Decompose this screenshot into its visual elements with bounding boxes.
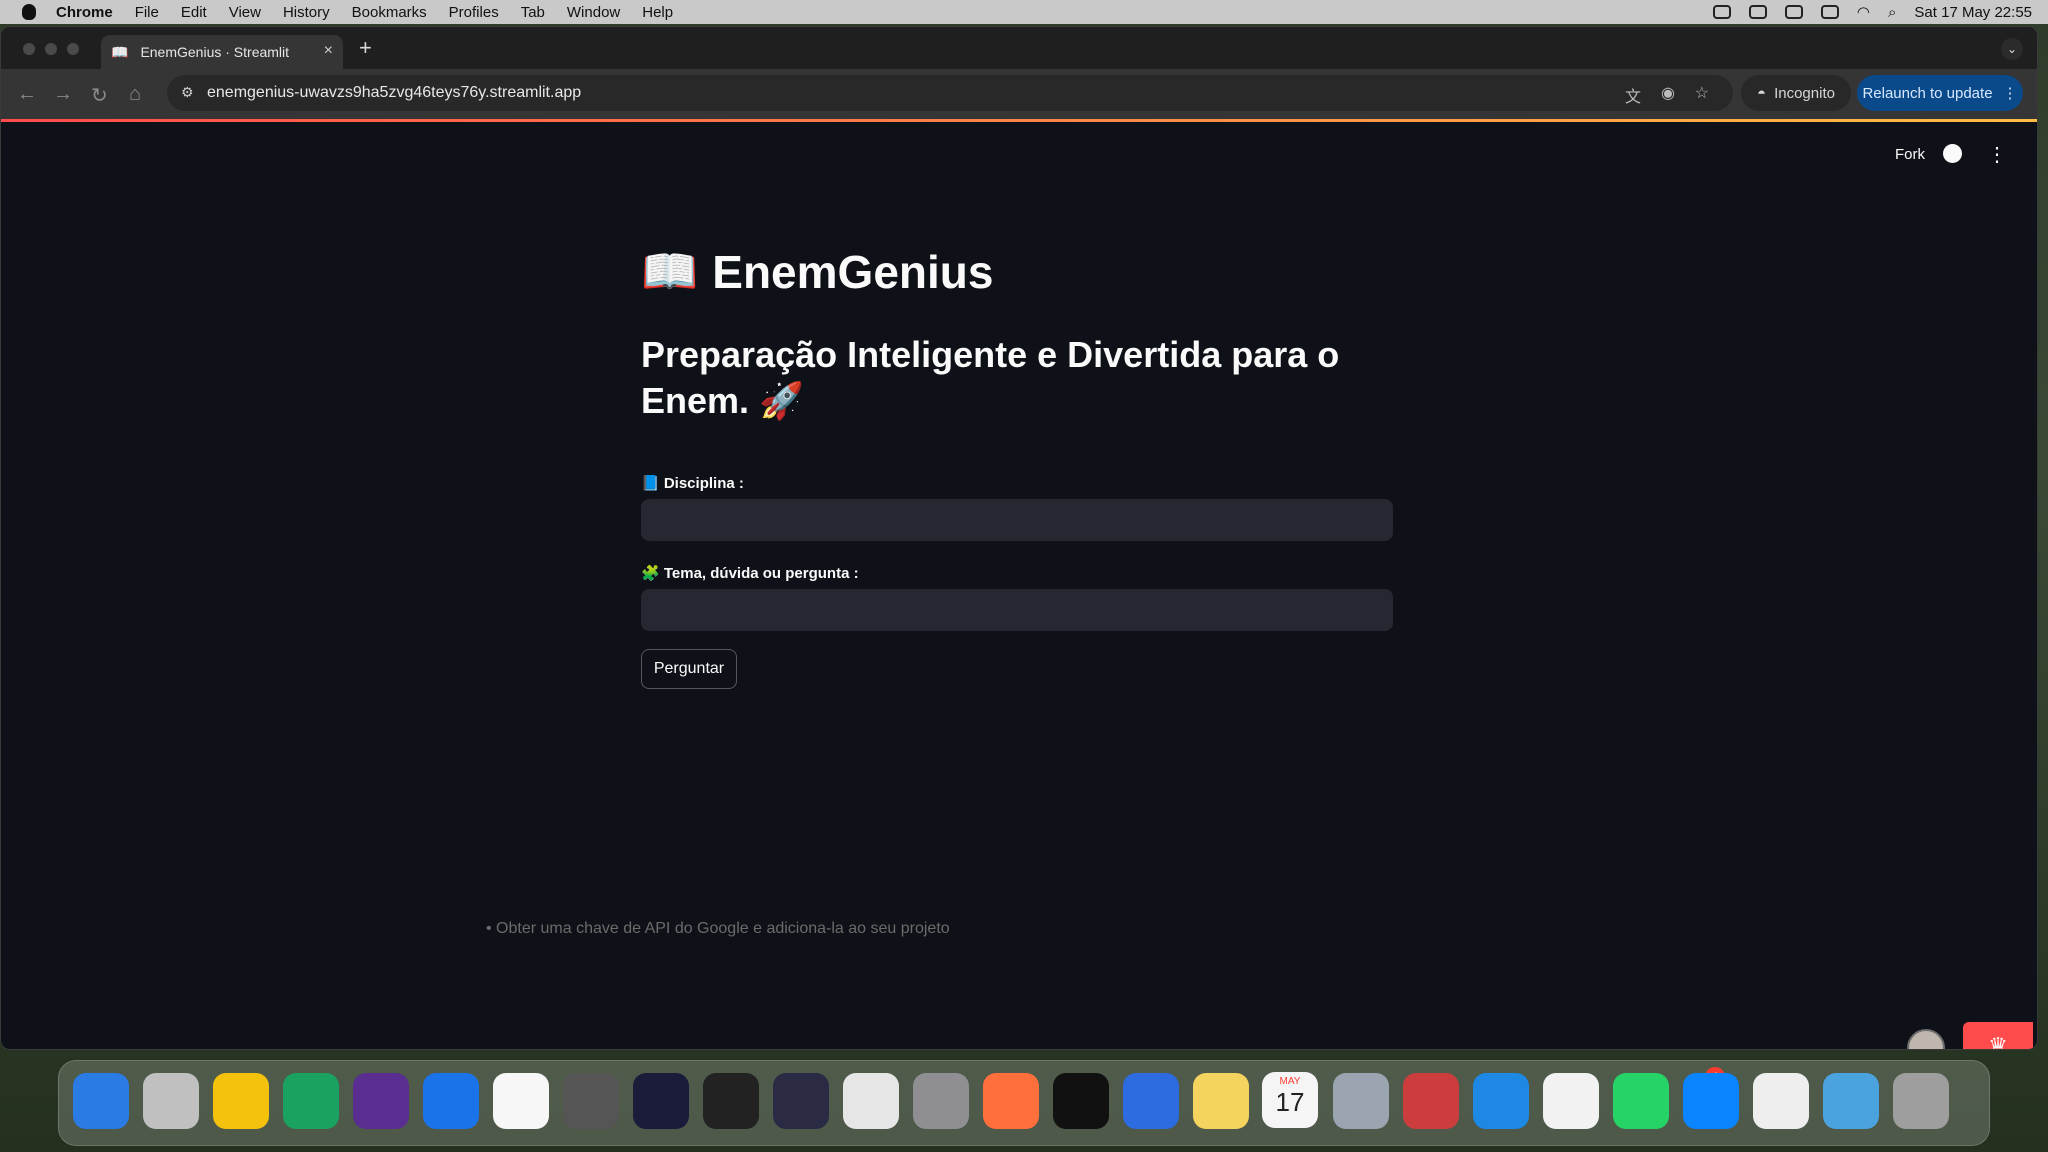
intellij-app-icon[interactable] — [633, 1073, 689, 1129]
apple-icon[interactable] — [22, 4, 36, 20]
status-area: ◠ ⌕ Sat 17 May 22:55 — [1712, 0, 2032, 24]
vscode-app-icon[interactable] — [1473, 1073, 1529, 1129]
incognito-label: Incognito — [1774, 84, 1835, 102]
tab-enemgenius[interactable]: 📖 EnemGenius · Streamlit × — [101, 35, 343, 69]
url-text[interactable]: enemgenius-uwavzs9ha5zvg46teys76y.stream… — [207, 84, 581, 102]
remote-desktop-app-icon[interactable] — [423, 1073, 479, 1129]
glasses-app-icon[interactable] — [703, 1073, 759, 1129]
tema-label: 🧩 Tema, dúvida ou pergunta : — [641, 565, 859, 582]
incognito-indicator[interactable]: ◓ Incognito — [1741, 75, 1851, 111]
enemgenius-app-icon[interactable] — [1753, 1073, 1809, 1129]
github-icon[interactable] — [1943, 144, 1962, 163]
close-tab-icon[interactable]: × — [324, 42, 333, 60]
menu-bookmarks[interactable]: Bookmarks — [352, 4, 427, 21]
disciplina-input[interactable] — [641, 499, 1393, 541]
status-icon[interactable] — [1748, 5, 1767, 19]
menu-app-name[interactable]: Chrome — [56, 4, 113, 21]
tab-search-button[interactable]: ⌄ — [2001, 38, 2023, 60]
postman-app-icon[interactable] — [843, 1073, 899, 1129]
home-icon[interactable]: ⌂ — [129, 83, 141, 106]
downloads-app-icon[interactable] — [1823, 1073, 1879, 1129]
fork-button[interactable]: Fork — [1895, 146, 1925, 163]
menu-view[interactable]: View — [229, 4, 261, 21]
system-settings-app-icon[interactable] — [913, 1073, 969, 1129]
calendar-month: MAY — [1279, 1076, 1301, 1087]
crown-icon: ♛ — [1988, 1033, 2008, 1050]
chrome-app-icon[interactable] — [213, 1073, 269, 1129]
menu-file[interactable]: File — [135, 4, 159, 21]
relaunch-button[interactable]: Relaunch to update ⋮ — [1857, 75, 2023, 111]
calendar-day: 17 — [1275, 1087, 1305, 1117]
wifi-icon[interactable]: ◠ — [1857, 3, 1870, 21]
app-menu-icon[interactable]: ⋮ — [1987, 142, 2007, 167]
menu-profiles[interactable]: Profiles — [449, 4, 499, 21]
eye-off-icon[interactable]: ◉ — [1661, 83, 1675, 103]
relaunch-label: Relaunch to update — [1862, 84, 1993, 102]
page-title: 📖 EnemGenius — [641, 244, 993, 299]
incognito-icon: ◓ — [1757, 84, 1767, 102]
notes-app-icon[interactable] — [1193, 1073, 1249, 1129]
book-icon: 📖 — [641, 245, 699, 297]
menu-help[interactable]: Help — [642, 4, 673, 21]
avatar[interactable] — [1907, 1029, 1945, 1049]
address-bar[interactable]: ⚙ enemgenius-uwavzs9ha5zvg46teys76y.stre… — [167, 75, 1733, 111]
menu-history[interactable]: History — [283, 4, 330, 21]
zoom-window-button[interactable] — [67, 43, 79, 55]
tableplus-app-icon[interactable] — [773, 1073, 829, 1129]
menu-edit[interactable]: Edit — [181, 4, 207, 21]
dock: 4 — [58, 1060, 1990, 1146]
bookmark-star-icon[interactable]: ☆ — [1695, 83, 1709, 103]
background-text: • Obter uma chave de API do Google e adi… — [486, 920, 950, 937]
status-icon[interactable] — [1712, 5, 1731, 19]
tab-title: EnemGenius · Streamlit — [140, 44, 290, 60]
textedit-app-icon[interactable] — [1543, 1073, 1599, 1129]
back-icon[interactable]: ← — [17, 83, 37, 106]
paw-app-icon[interactable] — [983, 1073, 1039, 1129]
streamlit-app: Fork ⋮ 📖 EnemGenius Preparação Inteligen… — [1, 122, 2037, 1049]
window-controls — [23, 43, 79, 55]
finder-app-icon[interactable] — [73, 1073, 129, 1129]
page-subtitle: Preparação Inteligente e Divertida para … — [641, 334, 1340, 421]
vpn-app-icon[interactable] — [1123, 1073, 1179, 1129]
preview-app-icon[interactable] — [1333, 1073, 1389, 1129]
launchpad-app-icon[interactable] — [143, 1073, 199, 1129]
close-window-button[interactable] — [23, 43, 35, 55]
minimize-window-button[interactable] — [45, 43, 57, 55]
status-icon[interactable] — [1784, 5, 1803, 19]
postgres-app-icon[interactable] — [1403, 1073, 1459, 1129]
more-icon: ⋮ — [2002, 85, 2018, 102]
terminal-app-icon[interactable] — [1053, 1073, 1109, 1129]
sequel-app-icon[interactable] — [563, 1073, 619, 1129]
battery-icon[interactable] — [1820, 5, 1839, 19]
streamlit-crown-button[interactable]: ♛ — [1963, 1022, 2033, 1050]
trash-app-icon[interactable] — [1893, 1073, 1949, 1129]
forward-icon[interactable]: → — [53, 83, 73, 106]
chat-app-icon[interactable] — [283, 1073, 339, 1129]
title-text: EnemGenius — [712, 245, 994, 298]
browser-toolbar: ← → ↻ ⌂ ⚙ enemgenius-uwavzs9ha5zvg46teys… — [1, 69, 2037, 119]
disciplina-label: 📘 Disciplina : — [641, 475, 744, 492]
menu-window[interactable]: Window — [567, 4, 620, 21]
browser-window: 📖 EnemGenius · Streamlit × + ⌄ ← → ↻ ⌂ ⚙… — [0, 26, 2038, 1050]
calendar-app-icon[interactable]: MAY 17 — [1262, 1072, 1318, 1128]
mongodb-app-icon[interactable] — [493, 1073, 549, 1129]
site-info-icon[interactable]: ⚙ — [181, 84, 194, 101]
tema-input[interactable] — [641, 589, 1393, 631]
menu-bar: Chrome File Edit View History Bookmarks … — [0, 0, 2048, 24]
reload-icon[interactable]: ↻ — [91, 83, 108, 108]
perguntar-button[interactable]: Perguntar — [641, 649, 737, 689]
new-tab-button[interactable]: + — [359, 35, 372, 61]
menu-tab[interactable]: Tab — [521, 4, 545, 21]
tor-app-icon[interactable] — [353, 1073, 409, 1129]
tab-strip: 📖 EnemGenius · Streamlit × + ⌄ — [1, 27, 2037, 69]
search-icon[interactable]: ⌕ — [1888, 4, 1896, 21]
book-icon: 📖 — [111, 43, 129, 60]
translate-icon[interactable]: 文 — [1625, 83, 1641, 107]
whatsapp-app-icon[interactable] — [1613, 1073, 1669, 1129]
app-store-app-icon[interactable] — [1683, 1073, 1739, 1129]
menu-clock[interactable]: Sat 17 May 22:55 — [1914, 4, 2032, 21]
